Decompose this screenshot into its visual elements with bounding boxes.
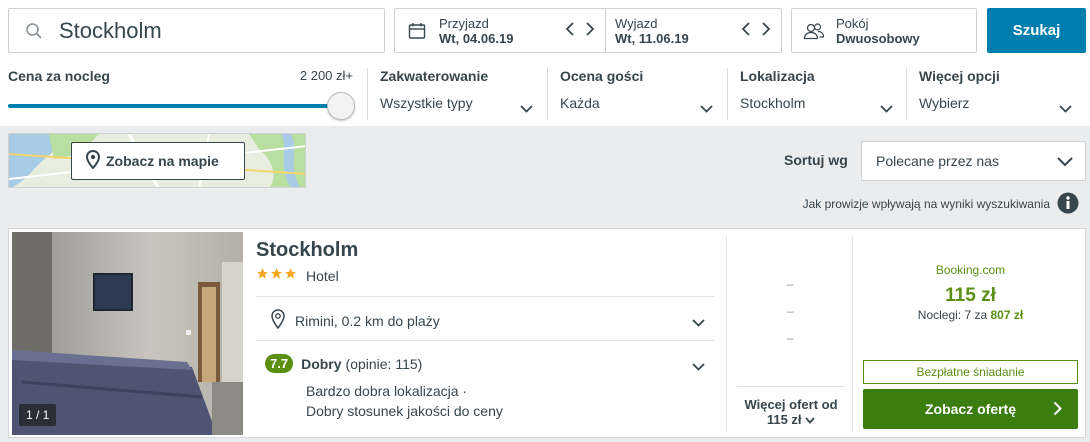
view-map-button[interactable]: Zobacz na mapie xyxy=(71,142,245,180)
highlight-separator: · xyxy=(462,383,468,399)
hotel-name[interactable]: Stockholm xyxy=(256,239,358,262)
nights-total-price: 807 zł xyxy=(990,308,1024,322)
rating-reviews: (opinie: 115) xyxy=(345,355,423,372)
rating-badge: 7.7 xyxy=(265,354,294,373)
chevron-down-icon xyxy=(1057,154,1073,170)
star-icon xyxy=(284,267,297,285)
room-label: Pokój xyxy=(836,15,869,31)
room-selector[interactable]: Pokój Dwuosobowy xyxy=(791,8,977,53)
destination-value[interactable]: Stockholm xyxy=(59,18,162,44)
free-breakfast-badge: Bezpłatne śniadanie xyxy=(863,360,1078,384)
location-pin-icon xyxy=(271,309,285,332)
hotel-stars: Hotel xyxy=(256,267,339,285)
price-slider-track[interactable] xyxy=(8,104,338,108)
chevron-down-icon xyxy=(805,412,815,427)
date-picker[interactable]: Przyjazd Wt, 04.06.19 Wyjazd Wt, 11.06.1… xyxy=(394,8,782,53)
divider xyxy=(256,340,714,341)
hotel-photo[interactable]: 1 / 1 xyxy=(12,232,243,435)
checkin-value: Wt, 04.06.19 xyxy=(439,30,514,46)
deal-price: 115 zł xyxy=(945,285,996,306)
empty-offer-dash: – xyxy=(787,304,794,318)
hotel-card: 1 / 1 Stockholm Hotel Rimini, 0.2 km do … xyxy=(8,228,1086,438)
destination-search[interactable]: Stockholm xyxy=(8,8,385,53)
empty-offer-dash: – xyxy=(787,277,794,291)
hotel-location[interactable]: Rimini, 0.2 km do plaży xyxy=(271,309,440,332)
chevron-down-icon xyxy=(520,100,533,118)
photo-counter: 1 / 1 xyxy=(19,404,57,426)
checkout-field[interactable]: Wyjazd Wt, 11.06.19 xyxy=(606,9,781,52)
hotel-location-text: Rimini, 0.2 km do plaży xyxy=(295,312,440,329)
search-button[interactable]: Szukaj xyxy=(987,8,1086,53)
chevron-down-icon xyxy=(1059,100,1072,118)
sort-dropdown[interactable]: Polecane przez nas xyxy=(861,141,1086,181)
more-offers-line1: Więcej ofert od xyxy=(744,397,838,412)
filter-bar: Cena za nocleg 2 200 zł+ Zakwaterowanie … xyxy=(0,64,1090,122)
highlight-value: Dobry stosunek jakości do ceny xyxy=(306,403,503,419)
checkin-field[interactable]: Przyjazd Wt, 04.06.19 xyxy=(395,9,606,52)
chevron-down-icon xyxy=(700,100,713,118)
divider xyxy=(726,236,727,432)
nights-total: Noclegi: 7 za 807 zł xyxy=(863,308,1078,322)
nights-prefix: Noclegi: 7 za xyxy=(917,308,988,322)
sort-value: Polecane przez nas xyxy=(876,153,999,169)
map-preview[interactable]: Zobacz na mapie xyxy=(8,133,306,188)
chevron-right-icon xyxy=(1053,401,1062,419)
room-value: Dwuosobowy xyxy=(836,30,920,46)
location-filter[interactable]: Lokalizacja Stockholm xyxy=(727,68,907,120)
highlight-location: Bardzo dobra lokalizacja xyxy=(306,383,459,399)
more-offers-price: 115 zł xyxy=(766,412,802,427)
view-deal-label: Zobacz ofertę xyxy=(924,401,1016,417)
rating-filter[interactable]: Ocena gości Każda xyxy=(547,68,727,120)
price-slider-handle[interactable] xyxy=(327,92,355,120)
price-max: 2 200 zł+ xyxy=(299,68,353,83)
accommodation-filter[interactable]: Zakwaterowanie Wszystkie typy xyxy=(367,68,547,120)
checkin-label: Przyjazd xyxy=(439,15,489,31)
empty-offers: – – – xyxy=(787,271,794,352)
commission-link[interactable]: Jak prowizje wpływają na wyniki wyszukiw… xyxy=(803,197,1050,211)
hotel-rating[interactable]: 7.7 Dobry (opinie: 115) xyxy=(265,354,422,373)
rating-word: Dobry xyxy=(301,355,342,372)
accommodation-title: Zakwaterowanie xyxy=(380,68,489,84)
checkin-next-icon[interactable] xyxy=(585,21,595,42)
more-offers-link[interactable]: Więcej ofert od 115 zł xyxy=(737,397,845,427)
checkout-prev-icon[interactable] xyxy=(741,21,751,42)
location-filter-title: Lokalizacja xyxy=(740,68,815,84)
view-map-label: Zobacz na mapie xyxy=(106,153,219,169)
guests-icon xyxy=(792,22,836,40)
more-options-filter[interactable]: Więcej opcji Wybierz xyxy=(906,68,1086,120)
price-filter-label: Cena za nocleg xyxy=(8,68,110,84)
calendar-icon xyxy=(395,22,439,40)
more-options-title: Więcej opcji xyxy=(919,68,1000,84)
rating-filter-title: Ocena gości xyxy=(560,68,644,84)
divider xyxy=(852,236,853,432)
empty-offer-dash: – xyxy=(787,331,794,345)
star-icon xyxy=(270,267,283,285)
divider xyxy=(256,296,714,297)
chevron-down-icon[interactable] xyxy=(692,314,705,332)
view-deal-button[interactable]: Zobacz ofertę xyxy=(863,389,1078,429)
divider xyxy=(737,386,845,387)
chevron-down-icon xyxy=(880,100,893,118)
hotel-type: Hotel xyxy=(306,268,339,284)
star-icon xyxy=(256,267,269,285)
sort-label: Sortuj wg xyxy=(784,152,848,168)
info-icon[interactable] xyxy=(1057,192,1079,219)
checkin-prev-icon[interactable] xyxy=(565,21,575,42)
map-pin-icon xyxy=(85,149,101,172)
checkout-label: Wyjazd xyxy=(615,15,658,31)
rating-highlights: Bardzo dobra lokalizacja · Dobry stosune… xyxy=(306,381,503,421)
chevron-down-icon[interactable] xyxy=(692,358,705,376)
checkout-next-icon[interactable] xyxy=(761,21,771,42)
deal-provider: Booking.com xyxy=(935,263,1006,277)
checkout-value: Wt, 11.06.19 xyxy=(615,30,689,46)
search-icon xyxy=(9,22,59,40)
